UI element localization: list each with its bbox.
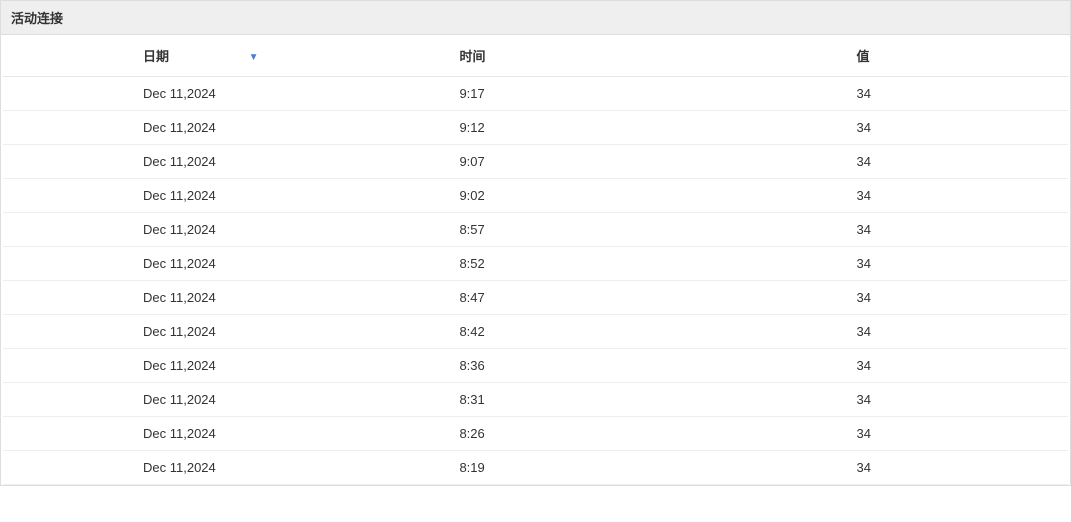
table-row: Dec 11,20248:3134 (3, 383, 1068, 417)
cell-time: 8:42 (354, 315, 716, 349)
column-header-time[interactable]: 时间 (354, 35, 716, 77)
cell-date: Dec 11,2024 (3, 179, 354, 213)
sort-desc-icon: ▼ (249, 52, 259, 63)
cell-date: Dec 11,2024 (3, 77, 354, 111)
cell-date: Dec 11,2024 (3, 315, 354, 349)
cell-value: 34 (717, 179, 1068, 213)
cell-value: 34 (717, 77, 1068, 111)
cell-value: 34 (717, 417, 1068, 451)
cell-time: 9:02 (354, 179, 716, 213)
data-table: 日期 ▼ 时间 值 Dec 11,20249:1734Dec 11,20249:… (3, 35, 1068, 485)
table-row: Dec 11,20248:5234 (3, 247, 1068, 281)
cell-value: 34 (717, 145, 1068, 179)
table-row: Dec 11,20248:5734 (3, 213, 1068, 247)
cell-value: 34 (717, 247, 1068, 281)
table-row: Dec 11,20248:2634 (3, 417, 1068, 451)
cell-time: 9:12 (354, 111, 716, 145)
column-header-date[interactable]: 日期 ▼ (3, 35, 354, 77)
cell-date: Dec 11,2024 (3, 281, 354, 315)
cell-time: 8:31 (354, 383, 716, 417)
cell-date: Dec 11,2024 (3, 417, 354, 451)
cell-date: Dec 11,2024 (3, 451, 354, 485)
table-row: Dec 11,20248:3634 (3, 349, 1068, 383)
active-connections-panel: 活动连接 日期 ▼ 时间 值 Dec 11,20249:1734Dec 11,2 (0, 0, 1071, 486)
table-row: Dec 11,20249:1234 (3, 111, 1068, 145)
cell-time: 8:26 (354, 417, 716, 451)
panel-title: 活动连接 (1, 1, 1070, 35)
cell-time: 8:36 (354, 349, 716, 383)
cell-value: 34 (717, 213, 1068, 247)
cell-date: Dec 11,2024 (3, 349, 354, 383)
cell-value: 34 (717, 349, 1068, 383)
table-row: Dec 11,20248:1934 (3, 451, 1068, 485)
column-header-value-label: 值 (857, 46, 870, 65)
cell-time: 9:17 (354, 77, 716, 111)
table-row: Dec 11,20248:4734 (3, 281, 1068, 315)
cell-time: 8:57 (354, 213, 716, 247)
table-row: Dec 11,20248:4234 (3, 315, 1068, 349)
cell-time: 8:52 (354, 247, 716, 281)
cell-date: Dec 11,2024 (3, 383, 354, 417)
cell-value: 34 (717, 451, 1068, 485)
table-row: Dec 11,20249:0734 (3, 145, 1068, 179)
cell-date: Dec 11,2024 (3, 145, 354, 179)
column-header-time-label: 时间 (459, 46, 485, 65)
cell-value: 34 (717, 383, 1068, 417)
table-row: Dec 11,20249:0234 (3, 179, 1068, 213)
cell-time: 8:47 (354, 281, 716, 315)
column-header-date-label: 日期 (143, 46, 169, 65)
column-header-value[interactable]: 值 (717, 35, 1068, 77)
cell-date: Dec 11,2024 (3, 213, 354, 247)
cell-date: Dec 11,2024 (3, 111, 354, 145)
cell-time: 9:07 (354, 145, 716, 179)
cell-value: 34 (717, 111, 1068, 145)
cell-date: Dec 11,2024 (3, 247, 354, 281)
table-row: Dec 11,20249:1734 (3, 77, 1068, 111)
table-wrap: 日期 ▼ 时间 值 Dec 11,20249:1734Dec 11,20249:… (1, 35, 1070, 485)
cell-value: 34 (717, 281, 1068, 315)
cell-time: 8:19 (354, 451, 716, 485)
cell-value: 34 (717, 315, 1068, 349)
